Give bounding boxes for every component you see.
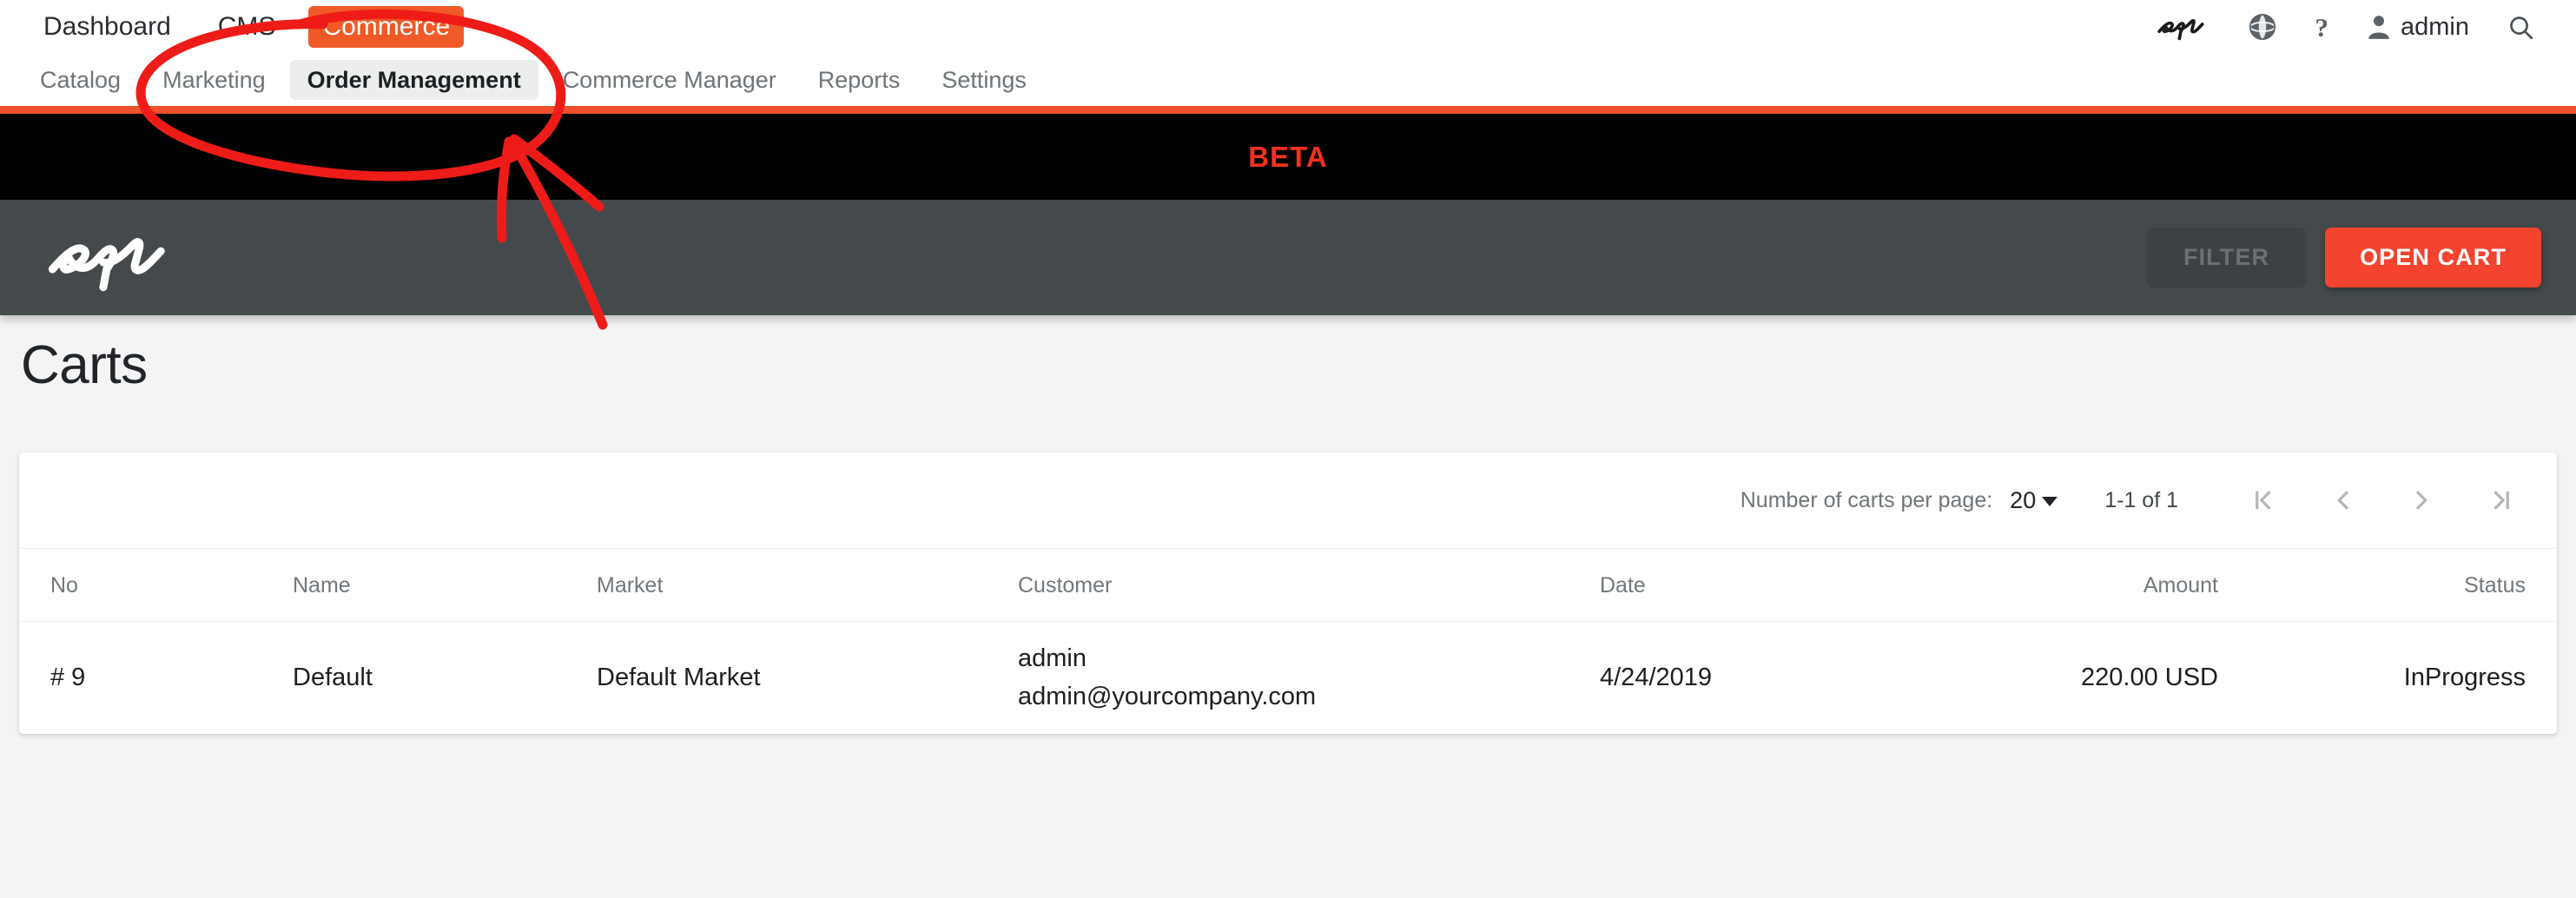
column-header-status[interactable]: Status	[2269, 548, 2557, 622]
table-row[interactable]: # 9 Default Default Market admin admin@y…	[19, 621, 2557, 734]
status-badge: InProgress	[2269, 621, 2557, 734]
subnav-item-settings[interactable]: Settings	[924, 60, 1044, 100]
per-page-select[interactable]: 20	[2010, 486, 2058, 514]
cell-name: Default	[293, 621, 597, 734]
cell-no: # 9	[19, 621, 293, 734]
result-range-label: 1-1 of 1	[2104, 487, 2178, 512]
top-nav-utilities: ? admin	[2137, 0, 2576, 54]
cell-customer: admin admin@yourcompany.com	[1018, 621, 1600, 734]
next-page-button[interactable]	[2394, 485, 2451, 515]
cell-date: 4/24/2019	[1600, 621, 1904, 734]
epi-logo-glyph	[2157, 18, 2204, 41]
nav-item-dashboard[interactable]: Dashboard	[30, 6, 185, 48]
column-header-date[interactable]: Date	[1600, 548, 1904, 622]
subnav-item-marketing[interactable]: Marketing	[145, 60, 283, 100]
cell-amount: 220.00 USD	[1904, 621, 2269, 734]
open-cart-button[interactable]: OPEN CART	[2325, 228, 2541, 287]
per-page-label: Number of carts per page:	[1740, 487, 1993, 512]
globe-glyph	[2249, 13, 2275, 41]
epi-logo-glyph	[48, 237, 165, 291]
table-header-row: No Name Market Customer Date Amount Stat…	[19, 548, 2557, 622]
next-page-icon	[2416, 491, 2427, 510]
help-question-icon[interactable]: ?	[2296, 0, 2348, 54]
column-header-name[interactable]: Name	[293, 548, 597, 622]
carts-table-body: # 9 Default Default Market admin admin@y…	[19, 621, 2557, 734]
user-menu[interactable]: admin	[2348, 0, 2488, 54]
nav-item-commerce[interactable]: Commerce	[308, 6, 465, 48]
column-header-amount[interactable]: Amount	[1904, 548, 2269, 622]
help-question-label: ?	[2315, 11, 2329, 43]
global-top-nav: Dashboard CMS Commerce ? admin	[0, 0, 2576, 54]
last-page-icon	[2493, 491, 2509, 510]
cell-market: Default Market	[597, 621, 1018, 734]
app-toolbar-actions: FILTER OPEN CART	[2146, 228, 2541, 287]
previous-page-icon	[2337, 491, 2348, 510]
column-header-customer[interactable]: Customer	[1018, 548, 1600, 622]
chevron-down-icon	[2042, 497, 2058, 506]
nav-item-cms[interactable]: CMS	[204, 6, 290, 48]
accent-rule	[0, 106, 2576, 114]
last-page-button[interactable]	[2474, 485, 2531, 515]
subnav-item-catalog[interactable]: Catalog	[23, 60, 138, 100]
app-toolbar: FILTER OPEN CART	[0, 200, 2576, 315]
column-header-market[interactable]: Market	[597, 548, 1018, 622]
pagination-toolbar: Number of carts per page: 20 1-1 of 1	[19, 452, 2557, 548]
page-title: Carts	[21, 335, 148, 395]
previous-page-button[interactable]	[2314, 485, 2371, 515]
search-glyph	[2510, 16, 2533, 39]
globe-icon[interactable]	[2229, 0, 2296, 54]
customer-email: admin@yourcompany.com	[1018, 683, 1317, 710]
subnav-item-order-management[interactable]: Order Management	[289, 60, 538, 100]
beta-banner: BETA	[0, 114, 2576, 200]
per-page-value: 20	[2010, 486, 2037, 513]
carts-table-head: No Name Market Customer Date Amount Stat…	[19, 548, 2557, 622]
customer-name: admin	[1018, 644, 1087, 672]
epi-logo-icon	[2137, 0, 2229, 54]
user-avatar-icon	[2368, 16, 2389, 39]
column-header-no[interactable]: No	[19, 548, 293, 622]
filter-button[interactable]: FILTER	[2146, 228, 2307, 287]
user-name-label: admin	[2401, 12, 2469, 41]
subnav-item-reports[interactable]: Reports	[801, 60, 918, 100]
first-page-icon	[2256, 491, 2271, 510]
subnav-item-commerce-manager[interactable]: Commerce Manager	[545, 60, 794, 100]
carts-card: Number of carts per page: 20 1-1 of 1 No…	[19, 452, 2557, 734]
app-root: Dashboard CMS Commerce ? admin Catalog M…	[0, 0, 2576, 898]
commerce-sub-nav: Catalog Marketing Order Management Comme…	[0, 54, 2576, 106]
epi-logo-icon	[0, 224, 181, 292]
search-icon[interactable]	[2488, 0, 2553, 54]
carts-table: No Name Market Customer Date Amount Stat…	[19, 548, 2557, 734]
first-page-button[interactable]	[2234, 485, 2291, 515]
beta-label: BETA	[1248, 140, 1328, 173]
top-nav-items: Dashboard CMS Commerce	[0, 6, 483, 48]
